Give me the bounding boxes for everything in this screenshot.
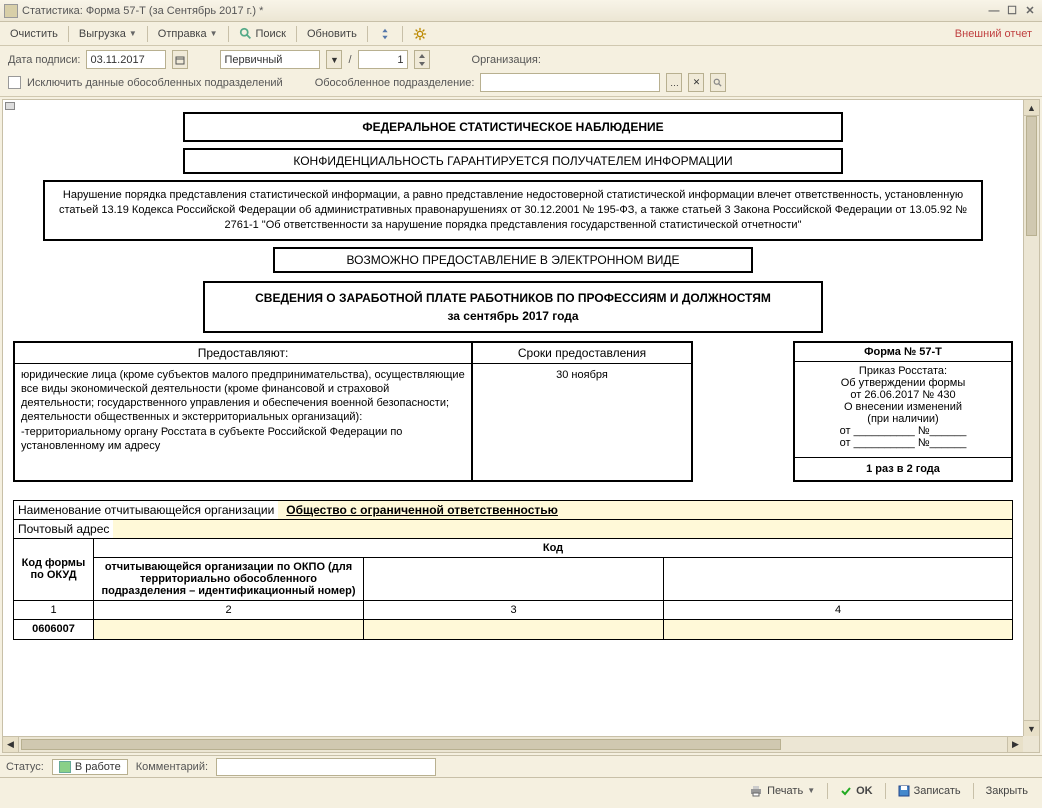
banner-electronic: ВОЗМОЖНО ПРЕДОСТАВЛЕНИЕ В ЭЛЕКТРОННОМ ВИ…	[273, 247, 753, 273]
horizontal-scrollbar[interactable]: ◀ ▶	[3, 736, 1023, 752]
provide-header: Предоставляют:	[15, 343, 471, 364]
exclude-label: Исключить данные обособленных подразделе…	[27, 77, 283, 89]
print-button[interactable]: Печать▼	[741, 782, 823, 800]
status-icon	[59, 761, 71, 773]
spinner-icon	[418, 54, 426, 66]
subdiv-label: Обособленное подразделение:	[315, 77, 475, 89]
code4-cell[interactable]	[664, 619, 1013, 639]
expand-icon	[378, 27, 392, 41]
search-button[interactable]: Поиск	[233, 25, 292, 43]
report-type-select[interactable]: Первичный	[220, 50, 320, 69]
clear-button[interactable]: Очистить	[4, 26, 64, 42]
status-select[interactable]: В работе	[52, 759, 128, 775]
subdiv-search-button[interactable]	[710, 73, 726, 92]
expand-button[interactable]	[372, 25, 398, 43]
deadline-body: 30 ноября	[473, 364, 691, 386]
form-info-box: Форма № 57-Т Приказ Росстата: Об утвержд…	[793, 341, 1013, 482]
code3-cell[interactable]	[364, 619, 664, 639]
close-button[interactable]: ✕	[1022, 4, 1038, 18]
chevron-down-icon: ▼	[807, 786, 815, 795]
titlebar: Статистика: Форма 57-Т (за Сентябрь 2017…	[0, 0, 1042, 22]
external-report-label: Внешний отчет	[955, 28, 1038, 40]
scroll-down-icon[interactable]: ▼	[1024, 720, 1039, 736]
app-icon	[4, 4, 18, 18]
window-title: Статистика: Форма 57-Т (за Сентябрь 2017…	[22, 5, 984, 17]
close-form-button[interactable]: Закрыть	[978, 783, 1036, 799]
scroll-corner	[1023, 736, 1039, 752]
status-label: Статус:	[6, 761, 44, 773]
banner-warning: Нарушение порядка представления статисти…	[43, 180, 983, 241]
scroll-right-icon[interactable]: ▶	[1007, 737, 1023, 752]
toolbar: Очистить Выгрузка▼ Отправка▼ Поиск Обнов…	[0, 22, 1042, 46]
deadline-header: Сроки предоставления	[473, 343, 691, 364]
subdiv-clear-button[interactable]: ✕	[688, 73, 704, 92]
banner-federal: ФЕДЕРАЛЬНОЕ СТАТИСТИЧЕСКОЕ НАБЛЮДЕНИЕ	[183, 112, 843, 142]
scroll-thumb-h[interactable]	[21, 739, 781, 750]
number-spinner[interactable]	[414, 50, 430, 69]
document-viewport[interactable]: ФЕДЕРАЛЬНОЕ СТАТИСТИЧЕСКОЕ НАБЛЮДЕНИЕ КО…	[3, 100, 1023, 736]
date-input[interactable]	[86, 50, 166, 69]
scroll-thumb[interactable]	[1026, 116, 1037, 236]
type-dropdown-button[interactable]: ▼	[326, 50, 342, 69]
export-button[interactable]: Выгрузка▼	[73, 26, 143, 42]
calendar-button[interactable]	[172, 50, 188, 69]
chevron-down-icon: ▼	[129, 29, 137, 38]
address-value[interactable]	[113, 520, 1012, 538]
address-row: Почтовый адрес	[13, 519, 1013, 538]
form-title-block: СВЕДЕНИЯ О ЗАРАБОТНОЙ ПЛАТЕ РАБОТНИКОВ П…	[203, 281, 823, 333]
org-name-value[interactable]: Общество с ограниченной ответственностью	[278, 501, 1012, 519]
org-label: Организация:	[472, 54, 541, 66]
code-header: Код	[94, 538, 1013, 557]
okud-header: Код формы по ОКУД	[14, 538, 94, 600]
banner-confidential: КОНФИДЕНЦИАЛЬНОСТЬ ГАРАНТИРУЕТСЯ ПОЛУЧАТ…	[183, 148, 843, 174]
scroll-up-icon[interactable]: ▲	[1024, 100, 1039, 116]
send-button[interactable]: Отправка▼	[152, 26, 224, 42]
chevron-down-icon: ▼	[330, 55, 339, 65]
chevron-down-icon: ▼	[210, 29, 218, 38]
org-name-row: Наименование отчитывающейся организации …	[13, 500, 1013, 519]
check-icon	[840, 785, 852, 797]
statusbar: Статус: В работе Комментарий:	[0, 755, 1042, 777]
provide-body: юридические лица (кроме субъектов малого…	[15, 364, 471, 474]
gear-icon	[413, 27, 427, 41]
subdiv-input[interactable]	[480, 73, 660, 92]
okud-value: 0606007	[14, 619, 94, 639]
form-order: Приказ Росстата: Об утверждении формы от…	[795, 362, 1011, 458]
printer-icon	[749, 784, 763, 798]
vertical-scrollbar[interactable]: ▲ ▼	[1023, 100, 1039, 736]
date-label: Дата подписи:	[8, 54, 80, 66]
scroll-left-icon[interactable]: ◀	[3, 737, 19, 752]
meta-row: Предоставляют: юридические лица (кроме с…	[13, 341, 1013, 482]
calendar-icon	[175, 55, 185, 65]
settings-button[interactable]	[407, 25, 433, 43]
ok-button[interactable]: OK	[832, 783, 881, 799]
comment-input[interactable]	[216, 758, 436, 776]
maximize-button[interactable]: ☐	[1004, 4, 1020, 18]
code-table: Код формы по ОКУД Код отчитывающейся орг…	[13, 538, 1013, 640]
save-button[interactable]: Записать	[890, 783, 969, 799]
okpo-cell[interactable]	[94, 619, 364, 639]
minimize-button[interactable]: —	[986, 4, 1002, 18]
comment-label: Комментарий:	[136, 761, 208, 773]
exclude-checkbox[interactable]	[8, 76, 21, 89]
form-number: Форма № 57-Т	[795, 343, 1011, 362]
number-input[interactable]	[358, 50, 408, 69]
form-period: 1 раз в 2 года	[795, 458, 1011, 480]
search-icon	[239, 27, 253, 41]
search-icon	[713, 78, 723, 88]
bottombar: Печать▼ OK Записать Закрыть	[0, 777, 1042, 803]
refresh-button[interactable]: Обновить	[301, 26, 363, 42]
document-area: ФЕДЕРАЛЬНОЕ СТАТИСТИЧЕСКОЕ НАБЛЮДЕНИЕ КО…	[2, 99, 1040, 753]
params-panel: Дата подписи: Первичный ▼ / Организация:…	[0, 46, 1042, 97]
subdiv-select-button[interactable]: …	[666, 73, 682, 92]
save-icon	[898, 785, 910, 797]
okpo-header: отчитывающейся организации по ОКПО (для …	[94, 557, 364, 600]
